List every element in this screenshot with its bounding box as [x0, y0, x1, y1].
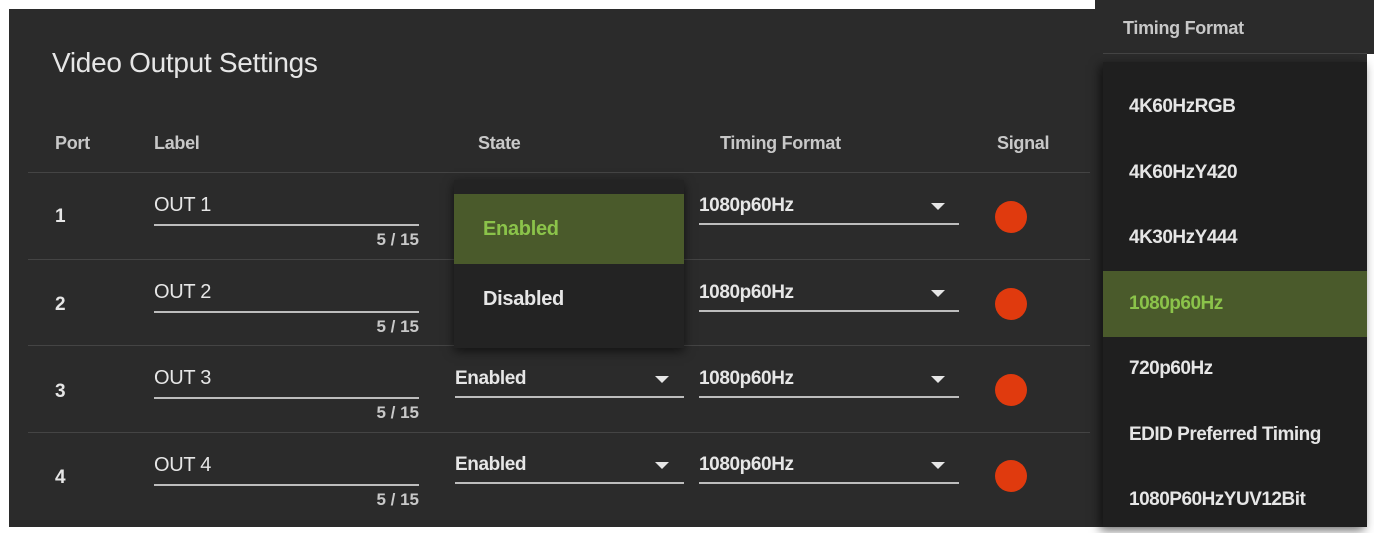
timing-option-4k30hzy444[interactable]: 4K30HzY444: [1103, 205, 1367, 271]
select-underline: [699, 223, 959, 225]
timing-format-value[interactable]: 1080p60Hz: [699, 195, 794, 217]
state-value[interactable]: Enabled: [455, 454, 527, 476]
column-header-state: State: [478, 133, 521, 153]
row-divider: [28, 172, 1090, 173]
select-underline: [455, 396, 684, 398]
timing-format-value[interactable]: 1080p60Hz: [699, 368, 794, 390]
label-input[interactable]: OUT 3 5 / 15: [154, 367, 419, 422]
timing-format-select[interactable]: 1080p60Hz: [699, 368, 959, 400]
row-divider: [28, 432, 1090, 433]
label-input-value[interactable]: OUT 1: [154, 194, 211, 217]
timing-option-1080p60hz[interactable]: 1080p60Hz: [1103, 271, 1367, 337]
timing-format-value[interactable]: 1080p60Hz: [699, 454, 794, 476]
chevron-down-icon[interactable]: [931, 376, 945, 383]
chevron-down-icon[interactable]: [655, 462, 669, 469]
port-number: 1: [55, 206, 66, 227]
timing-format-value[interactable]: 1080p60Hz: [699, 282, 794, 304]
page-title: Video Output Settings: [52, 47, 318, 78]
chevron-down-icon[interactable]: [931, 290, 945, 297]
state-option-disabled[interactable]: Disabled: [454, 264, 684, 334]
label-input-underline: [154, 311, 419, 313]
chevron-down-icon[interactable]: [655, 376, 669, 383]
signal-indicator: [995, 374, 1027, 406]
label-input-underline: [154, 397, 419, 399]
select-underline: [699, 310, 959, 312]
label-input-underline: [154, 224, 419, 226]
timing-option-4k60hzrgb[interactable]: 4K60HzRGB: [1103, 74, 1367, 140]
port-number: 4: [55, 467, 66, 488]
timing-format-select[interactable]: 1080p60Hz: [699, 282, 959, 314]
label-input-value[interactable]: OUT 3: [154, 367, 211, 390]
timing-option-edid-preferred-timing[interactable]: EDID Preferred Timing: [1103, 402, 1367, 468]
signal-indicator: [995, 201, 1027, 233]
chevron-down-icon[interactable]: [931, 203, 945, 210]
column-header-port: Port: [55, 133, 90, 153]
label-input-value[interactable]: OUT 4: [154, 454, 211, 477]
column-header-signal: Signal: [997, 133, 1050, 153]
state-select[interactable]: Enabled: [455, 368, 684, 400]
state-value[interactable]: Enabled: [455, 368, 527, 390]
character-counter: 5 / 15: [376, 317, 419, 336]
label-input[interactable]: OUT 4 5 / 15: [154, 454, 419, 509]
port-number: 2: [55, 294, 66, 315]
timing-format-dropdown-menu: 4K60HzRGB 4K60HzY420 4K30HzY444 1080p60H…: [1103, 62, 1367, 527]
state-dropdown-menu: Enabled Disabled: [454, 180, 684, 348]
select-underline: [699, 482, 959, 484]
column-header-label: Label: [154, 133, 200, 153]
character-counter: 5 / 15: [376, 490, 419, 509]
label-input[interactable]: OUT 1 5 / 15: [154, 194, 419, 249]
signal-indicator: [995, 288, 1027, 320]
chevron-down-icon[interactable]: [931, 462, 945, 469]
timing-option-720p60hz[interactable]: 720p60Hz: [1103, 336, 1367, 402]
state-select[interactable]: Enabled: [455, 454, 684, 486]
timing-option-4k60hzy420[interactable]: 4K60HzY420: [1103, 140, 1367, 206]
column-header-timing-format: Timing Format: [720, 133, 841, 153]
character-counter: 5 / 15: [376, 403, 419, 422]
label-input-underline: [154, 484, 419, 486]
divider: [1103, 53, 1367, 54]
select-underline: [699, 396, 959, 398]
page: Video Output Settings Port Label State T…: [0, 0, 1374, 527]
label-input-value[interactable]: OUT 2: [154, 281, 211, 304]
timing-format-select[interactable]: 1080p60Hz: [699, 195, 959, 227]
select-underline: [455, 482, 684, 484]
state-option-enabled[interactable]: Enabled: [454, 194, 684, 264]
timing-option-1080p60hzyuv12bit[interactable]: 1080P60HzYUV12Bit: [1103, 467, 1367, 533]
timing-format-menu-header: Timing Format: [1123, 18, 1244, 38]
label-input[interactable]: OUT 2 5 / 15: [154, 281, 419, 336]
timing-format-select[interactable]: 1080p60Hz: [699, 454, 959, 486]
port-number: 3: [55, 381, 66, 402]
signal-indicator: [995, 460, 1027, 492]
character-counter: 5 / 15: [376, 230, 419, 249]
